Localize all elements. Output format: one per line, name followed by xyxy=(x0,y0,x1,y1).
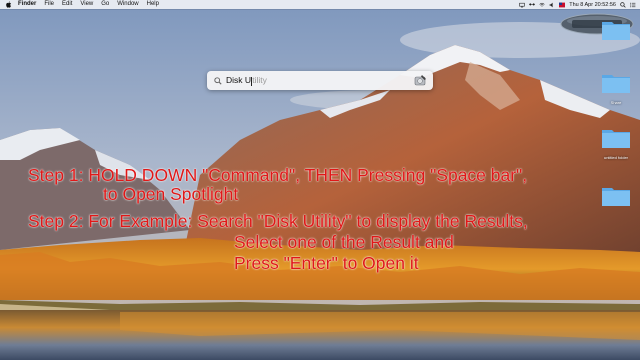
menu-bar: Finder File Edit View Go Window Help Thu… xyxy=(0,0,640,9)
menu-window[interactable]: Window xyxy=(117,0,138,9)
spotlight-search-icon[interactable] xyxy=(620,1,626,8)
menu-view[interactable]: View xyxy=(80,0,93,9)
menu-go[interactable]: Go xyxy=(101,0,109,9)
desktop-folder-4[interactable] xyxy=(596,184,636,213)
volume-icon[interactable] xyxy=(549,2,555,8)
menu-finder[interactable]: Finder xyxy=(18,0,36,9)
desktop-folder-1[interactable] xyxy=(596,18,636,47)
folder-icon xyxy=(602,75,630,93)
instruction-step1-line2: to Open Spotlight xyxy=(103,184,239,204)
menu-edit[interactable]: Edit xyxy=(62,0,72,9)
status-area: Thu 8 Apr 20:52:56 xyxy=(519,2,636,8)
apple-menu-icon[interactable] xyxy=(6,1,12,8)
menubar-clock[interactable]: Thu 8 Apr 20:52:56 xyxy=(569,2,616,8)
menu-help[interactable]: Help xyxy=(147,0,159,9)
flag-icon[interactable] xyxy=(559,2,566,8)
folder-icon xyxy=(602,22,630,40)
search-icon xyxy=(214,76,222,85)
desktop-folder-untitled[interactable]: untitled folder xyxy=(596,126,636,160)
spotlight-typed-text: Disk U xyxy=(226,75,252,86)
folder-icon xyxy=(602,188,630,206)
notification-center-icon[interactable] xyxy=(630,2,636,8)
instruction-step1-line: Step 1: HOLD DOWN "Command", THEN Pressi… xyxy=(28,165,528,185)
dropbox-icon[interactable] xyxy=(529,2,536,8)
menu-file[interactable]: File xyxy=(44,0,54,9)
desktop-folder-share[interactable]: Share xyxy=(596,71,636,105)
wifi-icon[interactable] xyxy=(539,2,545,8)
desktop-item-label: Share xyxy=(610,100,622,105)
disk-utility-icon xyxy=(414,75,426,86)
instruction-step2-line3: Press "Enter" to Open it xyxy=(234,253,419,273)
cast-icon[interactable] xyxy=(519,2,525,8)
instruction-step2-line2: Select one of the Result and xyxy=(234,232,454,252)
folder-icon xyxy=(602,130,630,148)
spotlight-query-input[interactable]: Disk Utility xyxy=(226,75,267,86)
desktop-item-label: untitled folder xyxy=(603,155,628,160)
spotlight-autocomplete-text: tility xyxy=(252,75,267,86)
instruction-step2-line: Step 2: For Example: Search "Disk Utilit… xyxy=(28,211,528,231)
spotlight-search-bar[interactable]: Disk Utility xyxy=(207,71,433,90)
